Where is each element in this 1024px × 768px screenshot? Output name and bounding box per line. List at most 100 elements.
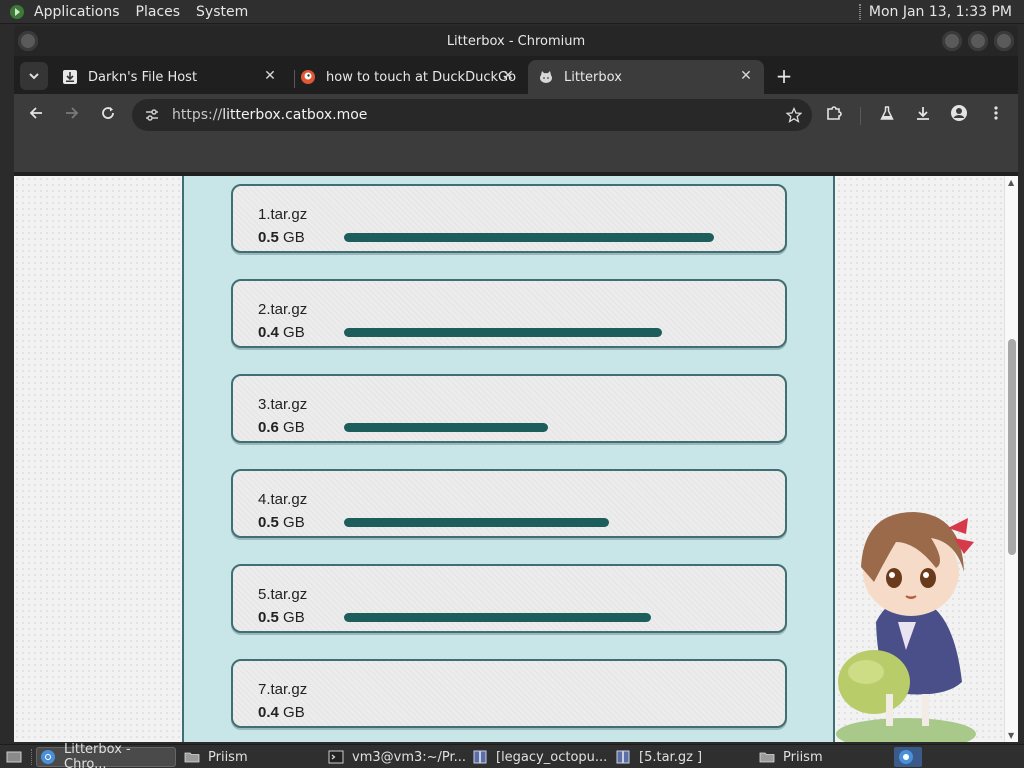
duckduckgo-icon	[300, 69, 316, 85]
tab-search-button[interactable]	[20, 62, 48, 90]
minimize-button[interactable]	[942, 31, 962, 51]
page-content: 1.tar.gz 0.5 GB 2.tar.gz 0.4 GB 3.tar.gz…	[14, 176, 1018, 742]
task-label: [legacy_octopu...	[496, 749, 608, 765]
folder-icon	[184, 749, 200, 765]
task-5-tar-gz[interactable]: [5.tar.gz ]	[611, 747, 751, 767]
file-upload-item: 2.tar.gz 0.4 GB	[231, 279, 787, 348]
upload-progress-fill	[344, 518, 609, 527]
file-size-number: 0.5	[258, 229, 279, 246]
labs-button[interactable]	[875, 103, 899, 127]
site-info-icon[interactable]	[142, 105, 162, 125]
file-size-unit: GB	[278, 704, 305, 721]
scroll-thumb[interactable]	[1008, 339, 1016, 555]
task-litterbox-chromium[interactable]: Litterbox - Chro...	[36, 742, 176, 768]
menu-button[interactable]	[984, 103, 1008, 127]
task-label: Priism	[208, 749, 248, 765]
scroll-down-arrow-icon[interactable]: ▼	[1008, 731, 1014, 740]
file-size: 0.4 GB	[258, 704, 305, 721]
tab-strip: Darkn's File Host ✕ how to touch at Duck…	[14, 56, 1018, 94]
forward-button[interactable]	[60, 103, 84, 127]
upload-progress-bar	[344, 328, 714, 337]
mascot-illustration	[836, 512, 976, 742]
tab-label: how to touch at DuckDuckGo	[326, 69, 517, 85]
close-tab-icon[interactable]: ✕	[500, 68, 516, 84]
upload-progress-bar	[344, 423, 714, 432]
tab-darkns-file-host[interactable]: Darkn's File Host ✕	[52, 60, 288, 94]
clock-text: Mon Jan 13, 1:33 PM	[868, 3, 1012, 20]
file-upload-item: 1.tar.gz 0.5 GB	[231, 184, 787, 253]
tab-duckduckgo[interactable]: how to touch at DuckDuckGo ✕	[290, 60, 526, 94]
file-name: 3.tar.gz	[258, 396, 308, 413]
bottom-taskbar: Litterbox - Chro... Priism vm3@vm3:~/Pr.…	[0, 742, 1024, 768]
upload-progress-fill	[344, 233, 714, 242]
upload-progress-fill	[344, 423, 548, 432]
file-size-number: 0.5	[258, 609, 279, 626]
tab-label: Darkn's File Host	[88, 69, 198, 85]
upload-progress-fill	[344, 328, 663, 337]
extensions-button[interactable]	[822, 103, 846, 127]
reload-button[interactable]	[96, 103, 120, 127]
task-label: Priism	[783, 749, 823, 765]
chromium-icon	[40, 749, 56, 765]
task-terminal[interactable]: vm3@vm3:~/Pr...	[324, 747, 467, 767]
close-tab-icon[interactable]: ✕	[738, 68, 754, 84]
task-priism-folder[interactable]: Priism	[180, 747, 320, 767]
close-window-button[interactable]	[994, 31, 1014, 51]
panel-clock[interactable]: Mon Jan 13, 1:33 PM	[858, 3, 1012, 20]
file-name: 4.tar.gz	[258, 491, 308, 508]
gnome-foot-icon[interactable]	[8, 3, 26, 21]
upload-progress-bar	[344, 613, 714, 622]
browser-window: Litterbox - Chromium Darkn's File Host ✕…	[14, 26, 1018, 742]
file-upload-item: 4.tar.gz 0.5 GB	[231, 469, 787, 538]
system-menu[interactable]: System	[196, 4, 248, 20]
show-desktop-button[interactable]	[2, 747, 28, 767]
file-name: 1.tar.gz	[258, 206, 308, 223]
task-label: Litterbox - Chro...	[64, 742, 131, 768]
file-name: 5.tar.gz	[258, 586, 308, 603]
file-size-unit: GB	[278, 514, 305, 531]
upload-progress-fill	[344, 613, 652, 622]
window-menu-button[interactable]	[18, 31, 38, 51]
puzzle-icon	[825, 104, 843, 126]
file-size-number: 0.4	[258, 324, 279, 341]
flask-icon	[879, 105, 895, 125]
archive-icon	[472, 749, 488, 765]
upload-progress-bar	[344, 708, 714, 717]
url-host: litterbox.catbox.moe	[222, 107, 368, 123]
file-size: 0.5 GB	[258, 609, 305, 626]
profile-button[interactable]	[947, 103, 971, 127]
file-size: 0.5 GB	[258, 514, 305, 531]
applications-menu[interactable]: Applications	[34, 4, 120, 20]
file-name: 7.tar.gz	[258, 681, 308, 698]
panel-grip	[858, 3, 861, 20]
maximize-button[interactable]	[968, 31, 988, 51]
task-priism-folder-2[interactable]: Priism	[755, 747, 885, 767]
upload-progress-bar	[344, 233, 714, 242]
new-tab-button[interactable]: +	[772, 64, 796, 88]
close-tab-icon[interactable]: ✕	[262, 68, 278, 84]
reload-icon	[100, 105, 116, 125]
page-scrollbar[interactable]: ▲ ▼	[1004, 176, 1018, 742]
task-legacy-archive[interactable]: [legacy_octopu...	[468, 747, 608, 767]
window-titlebar[interactable]: Litterbox - Chromium	[14, 26, 1018, 56]
task-label: vm3@vm3:~/Pr...	[352, 749, 467, 765]
top-panel: Applications Places System Mon Jan 13, 1…	[0, 0, 1024, 24]
file-size-unit: GB	[278, 229, 305, 246]
chromium-icon	[898, 749, 914, 765]
places-menu[interactable]: Places	[136, 4, 181, 20]
task-label: [5.tar.gz ]	[639, 749, 703, 765]
file-upload-item: 5.tar.gz 0.5 GB	[231, 564, 787, 633]
file-size: 0.6 GB	[258, 419, 305, 436]
address-bar[interactable]: https://litterbox.catbox.moe	[132, 99, 812, 131]
scroll-up-arrow-icon[interactable]: ▲	[1008, 178, 1014, 187]
back-button[interactable]	[24, 103, 48, 127]
downloads-button[interactable]	[911, 103, 935, 127]
plus-icon: +	[775, 64, 793, 88]
window-title: Litterbox - Chromium	[446, 33, 586, 49]
bookmark-star-icon[interactable]	[784, 105, 804, 125]
file-upload-item: 7.tar.gz 0.4 GB	[231, 659, 787, 728]
workspace-switcher[interactable]	[894, 747, 922, 767]
archive-icon	[615, 749, 631, 765]
tab-litterbox[interactable]: Litterbox ✕	[528, 60, 764, 94]
file-size-unit: GB	[278, 419, 305, 436]
